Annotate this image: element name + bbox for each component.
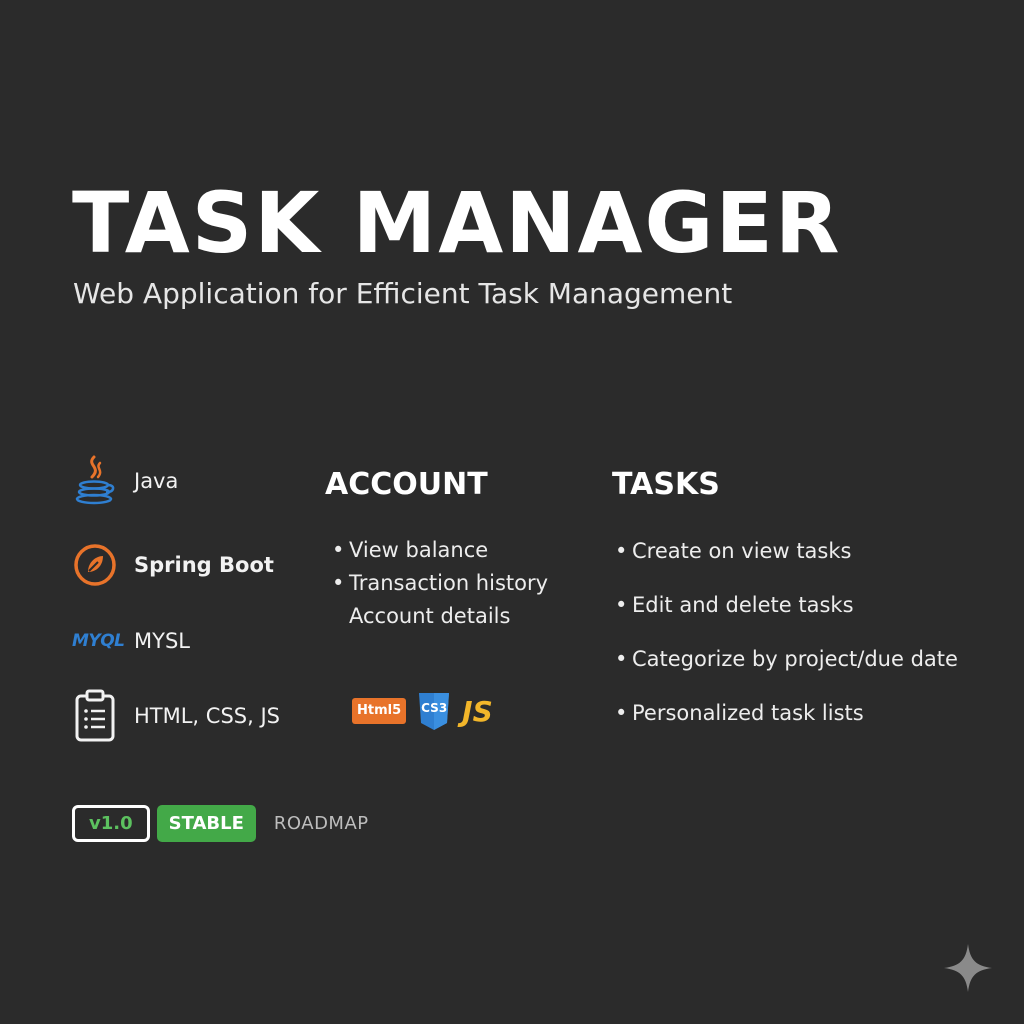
mysql-logo: MYQL: [72, 616, 125, 666]
list-item: • View balance: [330, 534, 548, 567]
bullet-icon: •: [332, 571, 345, 595]
tech-item-java: Java: [72, 455, 178, 507]
tasks-heading: TASKS: [612, 467, 720, 502]
bullet-icon: •: [615, 647, 628, 671]
spring-boot-icon: [72, 540, 122, 590]
list-item: • Transaction history: [330, 567, 548, 600]
account-heading: ACCOUNT: [325, 467, 488, 502]
roadmap-link[interactable]: ROADMAP: [274, 813, 369, 834]
version-badge: v1.0: [72, 805, 150, 842]
bullet-icon: •: [615, 539, 628, 563]
list-item: •Account details: [330, 600, 548, 633]
task-item-label: Edit and delete tasks: [632, 593, 854, 617]
status-badge: STABLE: [156, 805, 256, 842]
tech-item-mysql: MYQL MYSL: [72, 615, 190, 667]
account-item-label: Transaction history: [349, 571, 549, 595]
account-item-label: Account details: [349, 604, 511, 628]
mysql-logo-text: MYQL: [72, 631, 125, 651]
list-item: • Edit and delete tasks: [613, 591, 958, 645]
task-item-label: Create on view tasks: [632, 539, 852, 563]
clipboard-icon: [72, 689, 122, 742]
bullet-icon: •: [332, 538, 345, 562]
bullet-icon: •: [615, 593, 628, 617]
java-icon: [72, 455, 122, 506]
css3-badge: CS3: [416, 690, 452, 732]
tech-item-html-css-js: HTML, CSS, JS: [72, 689, 280, 742]
tech-label-mysql: MYSL: [134, 629, 190, 653]
html5-badge: Html5: [352, 698, 407, 724]
sparkle-icon: [944, 944, 992, 992]
web-tech-badges: Html5 CS3 JS: [352, 690, 493, 732]
tasks-list: • Create on view tasks • Edit and delete t…: [613, 537, 958, 753]
tech-label-java: Java: [134, 469, 179, 493]
list-item: • Personalized task lists: [613, 699, 958, 753]
page-title: TASK MANAGER: [72, 174, 842, 272]
tech-item-spring-boot: Spring Boot: [72, 539, 274, 591]
bullet-icon: •: [615, 701, 628, 725]
task-item-label: Categorize by project/due date: [632, 647, 958, 671]
list-item: • Create on view tasks: [613, 537, 958, 591]
task-item-label: Personalized task lists: [632, 701, 864, 725]
page-subtitle: Web Application for Efficient Task Manag…: [73, 277, 733, 310]
tech-label-html-css-js: HTML, CSS, JS: [134, 704, 280, 728]
tag-row: v1.0 STABLE ROADMAP: [72, 805, 369, 842]
css3-badge-label: CS3: [421, 701, 448, 715]
js-badge: JS: [462, 694, 493, 728]
account-item-label: View balance: [349, 538, 489, 562]
account-list: •View balance •Transaction history •Acco…: [330, 534, 548, 633]
tech-label-spring-boot: Spring Boot: [134, 553, 274, 577]
list-item: • Categorize by project/due date: [613, 645, 958, 699]
